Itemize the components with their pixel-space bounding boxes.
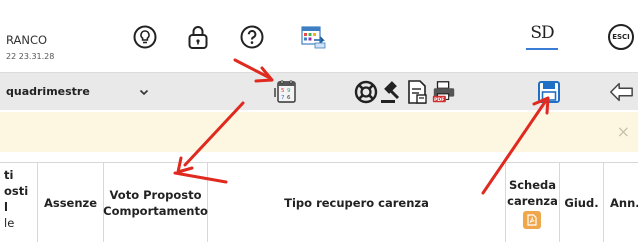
scheda-label-line2: carenza <box>507 194 558 208</box>
voto-label-line1: Voto Proposto <box>109 188 202 202</box>
table-header: ti osti l le Assenze Voto Proposto Compo… <box>0 162 638 242</box>
document-icon[interactable] <box>404 79 430 105</box>
lightbulb-icon[interactable] <box>130 22 160 52</box>
header-assenze: Assenze <box>38 163 104 242</box>
close-icon[interactable]: × <box>617 122 630 141</box>
header-cut-column: ti osti l le <box>0 163 38 242</box>
voto-label-line2: Comportamento <box>103 204 208 218</box>
ann-label: Ann. <box>610 196 638 210</box>
logo-text: SD <box>530 23 554 43</box>
svg-text:PDF: PDF <box>434 97 444 103</box>
top-bar: RANCO 22 23.31.28 SD ESCI <box>0 0 638 72</box>
scheda-label-line1: Scheda <box>508 178 557 192</box>
header-giud: Giud. <box>560 163 604 242</box>
cut-line-1: ti <box>4 168 14 182</box>
app-logo: SD <box>524 20 560 54</box>
calendar-icon[interactable] <box>299 22 329 52</box>
giud-label: Giud. <box>564 196 599 210</box>
cut-line-2: osti <box>4 184 29 198</box>
header-ann: Ann. <box>604 163 638 242</box>
period-select[interactable]: quadrimestre <box>6 85 90 98</box>
assenze-label: Assenze <box>43 196 98 210</box>
cut-line-3: l <box>4 200 8 214</box>
lifebuoy-icon[interactable] <box>353 79 379 105</box>
exit-button[interactable]: ESCI <box>608 24 634 50</box>
svg-text:9: 9 <box>287 88 291 94</box>
svg-text:7: 7 <box>281 95 285 101</box>
svg-text:5: 5 <box>281 88 285 94</box>
save-icon[interactable] <box>536 79 562 105</box>
user-last-access: 22 23.31.28 <box>6 52 55 61</box>
svg-text:6: 6 <box>287 95 291 101</box>
gavel-icon[interactable] <box>378 79 404 105</box>
calendar-grades-icon[interactable]: 5976 <box>273 79 299 105</box>
help-icon[interactable] <box>237 22 267 52</box>
back-arrow-icon[interactable] <box>608 79 634 105</box>
header-voto-proposto: Voto Proposto Comportamento <box>103 163 208 242</box>
logo-underline <box>526 48 558 50</box>
pdf-icon[interactable] <box>523 211 542 229</box>
header-scheda-carenza: Scheda carenza <box>506 163 560 242</box>
print-pdf-icon[interactable]: PDF <box>431 79 457 105</box>
chevron-down-icon[interactable] <box>138 83 150 102</box>
toolbar: quadrimestre 5976 PDF <box>0 72 638 110</box>
notice-bar: × <box>0 112 638 152</box>
header-tipo-recupero: Tipo recupero carenza <box>208 163 506 242</box>
cut-line-4: le <box>4 216 15 230</box>
lock-icon[interactable] <box>183 22 213 52</box>
user-name: RANCO <box>6 33 48 47</box>
tipo-recupero-label: Tipo recupero carenza <box>284 196 429 210</box>
